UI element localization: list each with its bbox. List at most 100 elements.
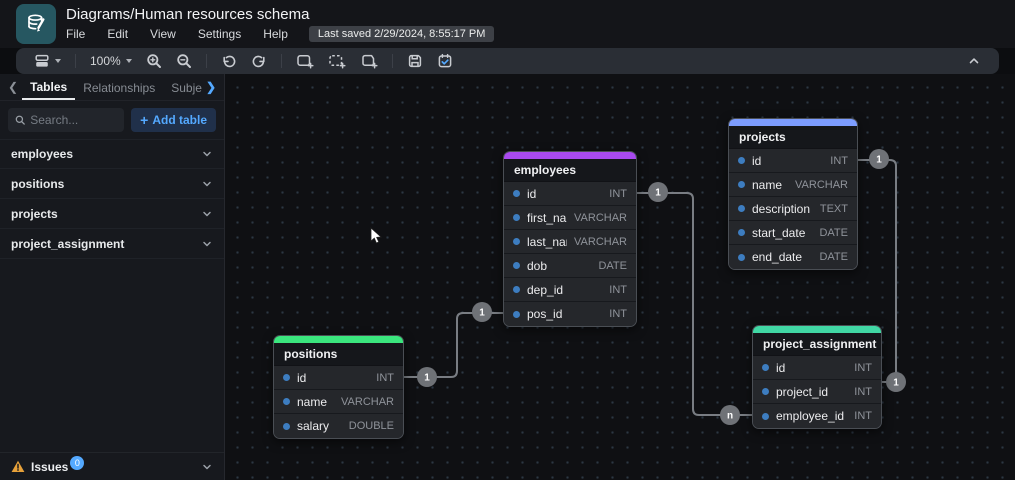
- field-type: DATE: [819, 251, 848, 263]
- field-type: INT: [376, 371, 394, 384]
- field-row[interactable]: id INT: [729, 149, 857, 173]
- field-connection-dot[interactable]: [762, 412, 769, 420]
- redo-button[interactable]: [245, 50, 273, 72]
- field-row[interactable]: first_name VARCHAR: [504, 206, 636, 230]
- menu-settings[interactable]: Settings: [189, 26, 250, 42]
- field-row[interactable]: employee_id INT: [753, 404, 881, 428]
- field-row[interactable]: pos_id INT: [504, 302, 636, 326]
- table-employees[interactable]: employeesidINTfirst_nameVARCHARlast_name…: [503, 151, 637, 327]
- table-color-stripe: [274, 336, 403, 343]
- field-connection-dot[interactable]: [283, 422, 290, 430]
- field-connection-dot[interactable]: [738, 253, 745, 261]
- add-note-button[interactable]: [354, 50, 384, 72]
- sidebar-item-projects[interactable]: projects: [0, 199, 224, 229]
- zoom-in-button[interactable]: [140, 50, 168, 72]
- save-icon: [408, 54, 421, 68]
- zoom-level-dropdown[interactable]: 100%: [84, 51, 138, 71]
- field-row[interactable]: id INT: [274, 366, 403, 390]
- table-positions[interactable]: positions id INT name VARCHAR salary DOUBLE: [273, 335, 404, 439]
- table-title[interactable]: positions: [274, 343, 403, 366]
- field-connection-dot[interactable]: [762, 388, 769, 395]
- undo-button[interactable]: [215, 50, 243, 72]
- menu-help[interactable]: Help: [254, 26, 297, 42]
- add-area-button[interactable]: [322, 50, 352, 72]
- tab-tables[interactable]: Tables: [22, 75, 76, 100]
- tabs-scroll-right-button[interactable]: ❯: [202, 80, 220, 94]
- collapse-toolbar-button[interactable]: [961, 51, 987, 71]
- field-connection-dot[interactable]: [513, 214, 520, 221]
- field-row[interactable]: dep_id INT: [504, 278, 636, 302]
- field-type: DOUBLE: [348, 420, 394, 432]
- zoom-out-button[interactable]: [170, 50, 198, 72]
- chevron-down-icon[interactable]: [201, 461, 213, 473]
- add-table-tool-button[interactable]: [290, 50, 320, 72]
- zoom-in-icon: [147, 54, 161, 68]
- relationship-line[interactable]: [404, 312, 503, 378]
- field-row[interactable]: name VARCHAR: [274, 390, 403, 414]
- table-title[interactable]: projects: [729, 126, 857, 149]
- tabs-scroll-left-button[interactable]: ❮: [4, 80, 22, 94]
- field-row[interactable]: name VARCHAR: [729, 173, 857, 197]
- last-saved-badge: Last saved 2/29/2024, 8:55:17 PM: [308, 26, 495, 42]
- table-projects[interactable]: projects id INT name VARCHAR description TEXT s…: [728, 118, 858, 270]
- field-connection-dot[interactable]: [283, 398, 290, 405]
- page-title[interactable]: Diagrams/Human resources schema: [66, 5, 494, 24]
- field-connection-dot[interactable]: [283, 374, 290, 381]
- field-name: id: [297, 370, 307, 385]
- chevron-down-icon[interactable]: [201, 148, 213, 160]
- issues-bar[interactable]: Issues 0: [0, 452, 224, 480]
- add-table-icon: [296, 55, 314, 69]
- diagram-menu-button[interactable]: [28, 50, 67, 72]
- search-input[interactable]: [30, 113, 118, 127]
- field-row[interactable]: description TEXT: [729, 197, 857, 221]
- menu-view[interactable]: View: [141, 26, 185, 42]
- chevron-down-icon[interactable]: [201, 208, 213, 220]
- sidebar-item-label: projects: [11, 206, 58, 221]
- field-row[interactable]: project_id INT: [753, 380, 881, 404]
- field-name: name: [752, 177, 783, 192]
- field-row[interactable]: end_date DATE: [729, 245, 857, 269]
- mouse-cursor: [370, 227, 382, 244]
- field-connection-dot[interactable]: [762, 364, 769, 371]
- field-row[interactable]: salary DOUBLE: [274, 414, 403, 438]
- chevron-down-icon[interactable]: [201, 238, 213, 250]
- field-row[interactable]: start_date DATE: [729, 221, 857, 245]
- warning-icon: [11, 460, 25, 472]
- table-title[interactable]: project_assignment: [753, 333, 881, 356]
- field-name: id: [776, 360, 786, 375]
- search-box[interactable]: [8, 108, 125, 132]
- sidebar-tabs: TablesRelationshipsSubject Are: [22, 75, 202, 100]
- field-connection-dot[interactable]: [738, 205, 745, 212]
- redo-icon: [252, 55, 265, 68]
- diagram-icon: [35, 54, 49, 67]
- field-connection-dot[interactable]: [738, 181, 745, 188]
- tab-relationships[interactable]: Relationships: [75, 76, 163, 99]
- field-connection-dot[interactable]: [513, 238, 520, 245]
- sidebar-table-list: employees positions projects project_assign…: [0, 139, 224, 259]
- field-name: employee_id: [776, 409, 845, 423]
- field-row[interactable]: id INT: [753, 356, 881, 380]
- field-connection-dot[interactable]: [513, 262, 520, 269]
- menu-edit[interactable]: Edit: [98, 26, 137, 42]
- tab-subject-are[interactable]: Subject Are: [163, 76, 202, 99]
- field-row[interactable]: dob DATE: [504, 254, 636, 278]
- field-connection-dot[interactable]: [513, 286, 520, 293]
- field-connection-dot[interactable]: [738, 229, 745, 236]
- sidebar-item-employees[interactable]: employees: [0, 139, 224, 169]
- todo-button[interactable]: [431, 50, 459, 72]
- field-row[interactable]: id INT: [504, 182, 636, 206]
- field-row[interactable]: last_name VARCHAR: [504, 230, 636, 254]
- diagram-canvas[interactable]: 1n1111 employeesidINTfirst_nameVARCHARla…: [225, 74, 1015, 480]
- field-connection-dot[interactable]: [738, 157, 745, 164]
- table-project_assignment[interactable]: project_assignment id INT project_id INT empl…: [752, 325, 882, 429]
- chevron-down-icon[interactable]: [201, 178, 213, 190]
- add-table-button[interactable]: + Add table: [131, 108, 216, 132]
- sidebar-item-project_assignment[interactable]: project_assignment: [0, 229, 224, 259]
- plus-icon: +: [140, 112, 149, 128]
- field-connection-dot[interactable]: [513, 190, 520, 197]
- sidebar-item-positions[interactable]: positions: [0, 169, 224, 199]
- save-button[interactable]: [401, 50, 429, 72]
- table-title[interactable]: employees: [504, 159, 636, 182]
- field-connection-dot[interactable]: [513, 310, 520, 318]
- menu-file[interactable]: File: [66, 26, 94, 42]
